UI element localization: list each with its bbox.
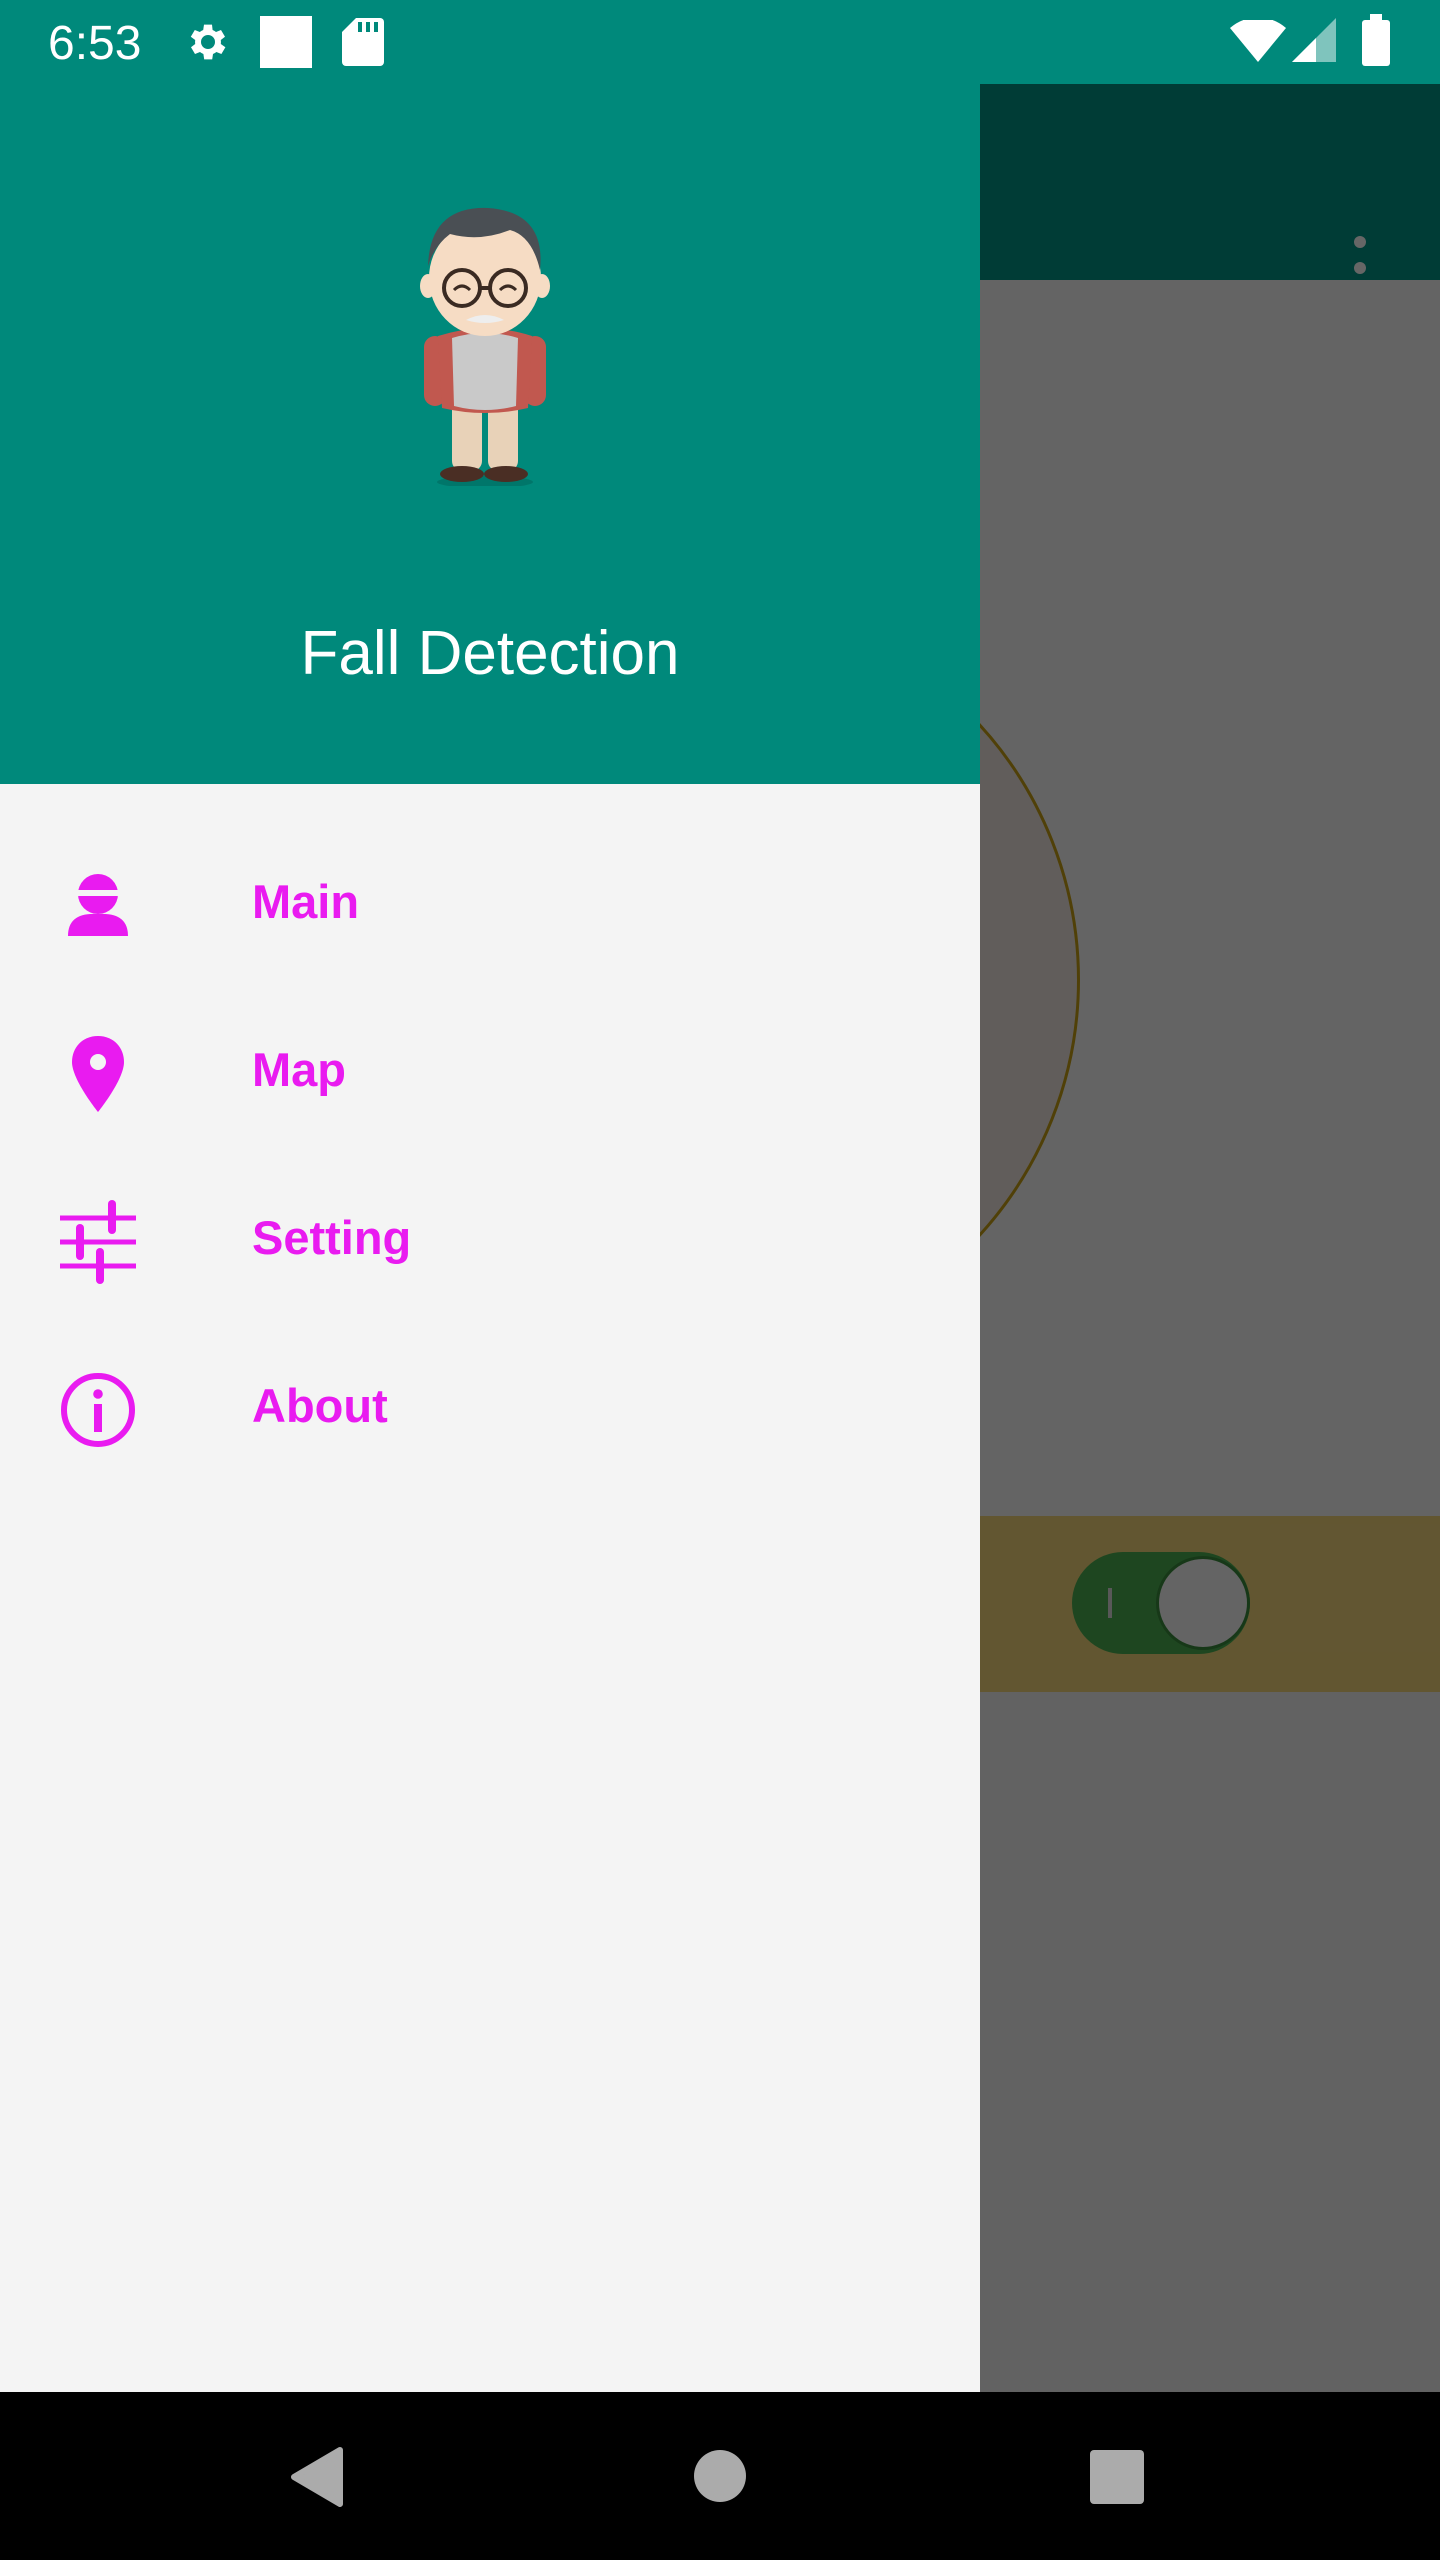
drawer-header: Fall Detection [0,84,980,784]
sd-card-icon [342,18,384,66]
drawer-title: Fall Detection [300,619,680,688]
sliders-icon [60,1200,136,1284]
navigation-drawer: Fall Detection Main Map Setting About [0,84,980,2392]
nav-item-label: Map [252,1043,346,1096]
settings-gear-icon [190,24,226,60]
person-icon [68,874,128,936]
nav-item-label: Main [252,875,360,928]
nav-item-about[interactable]: About [0,1318,980,1486]
system-nav-bar [0,2392,1440,2560]
nav-item-setting[interactable]: Setting [0,1150,980,1318]
nav-item-main[interactable]: Main [0,814,980,982]
nav-item-label: Setting [252,1211,412,1264]
location-pin-icon [72,1036,124,1112]
home-icon[interactable] [694,2450,746,2502]
cell-signal-icon [1292,18,1336,62]
nav-item-map[interactable]: Map [0,982,980,1150]
notification-square-icon [260,16,312,68]
nav-item-label: About [252,1379,388,1432]
status-time: 6:53 [48,17,142,70]
info-icon [61,1373,135,1447]
battery-icon [1362,14,1390,66]
grandpa-avatar-icon [420,207,550,486]
wifi-icon [1230,20,1286,62]
status-bar: 6:53 [0,0,1440,84]
recents-icon[interactable] [1090,2450,1144,2504]
back-icon[interactable] [288,2446,344,2508]
